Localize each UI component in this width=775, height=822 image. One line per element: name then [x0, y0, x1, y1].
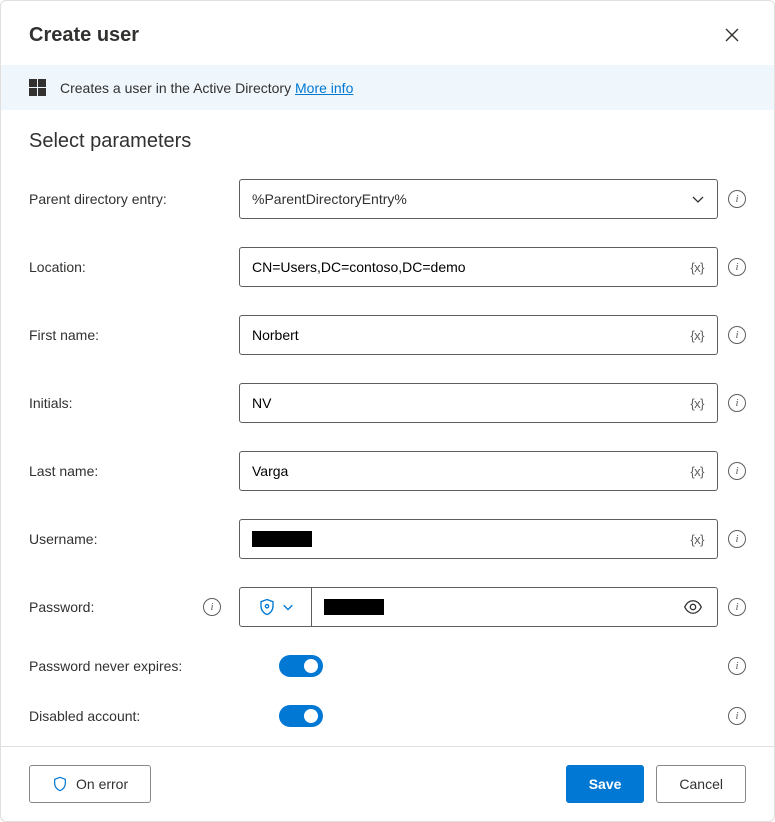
- variable-picker[interactable]: {x}: [687, 326, 707, 345]
- dialog-footer: On error Save Cancel: [1, 746, 774, 821]
- row-disabled-account: Disabled account: i: [29, 705, 746, 727]
- first-name-field[interactable]: {x}: [239, 315, 718, 355]
- shield-icon: [52, 776, 68, 792]
- cancel-button[interactable]: Cancel: [656, 765, 746, 803]
- label-initials: Initials:: [29, 395, 239, 411]
- on-error-label: On error: [76, 776, 128, 792]
- password-never-expires-toggle[interactable]: [279, 655, 323, 677]
- chevron-down-icon: [282, 601, 294, 613]
- info-icon[interactable]: i: [728, 462, 746, 480]
- initials-field[interactable]: {x}: [239, 383, 718, 423]
- label-password: Password: i: [29, 598, 239, 616]
- info-icon[interactable]: i: [728, 530, 746, 548]
- location-field[interactable]: {x}: [239, 247, 718, 287]
- dialog-title: Create user: [29, 24, 139, 47]
- info-icon[interactable]: i: [728, 598, 746, 616]
- chevron-down-icon: [691, 192, 705, 206]
- dialog-content: Select parameters Parent directory entry…: [1, 110, 774, 746]
- location-input[interactable]: [252, 259, 687, 275]
- variable-picker[interactable]: {x}: [687, 530, 707, 549]
- parent-directory-dropdown[interactable]: %ParentDirectoryEntry%: [239, 179, 718, 219]
- info-icon[interactable]: i: [728, 707, 746, 725]
- row-location: Location: {x} i: [29, 247, 746, 287]
- info-bar: Creates a user in the Active Directory M…: [1, 65, 774, 110]
- last-name-input[interactable]: [252, 463, 687, 479]
- on-error-button[interactable]: On error: [29, 765, 151, 803]
- info-icon[interactable]: i: [203, 598, 221, 616]
- password-input-wrap[interactable]: [312, 588, 717, 626]
- info-bar-text: Creates a user in the Active Directory M…: [60, 80, 353, 96]
- info-icon[interactable]: i: [728, 258, 746, 276]
- toggle-password-visibility[interactable]: [679, 593, 707, 621]
- row-last-name: Last name: {x} i: [29, 451, 746, 491]
- initials-input[interactable]: [252, 395, 687, 411]
- variable-picker[interactable]: {x}: [687, 258, 707, 277]
- row-parent-directory: Parent directory entry: %ParentDirectory…: [29, 179, 746, 219]
- close-icon: [724, 27, 740, 43]
- username-redacted: [252, 531, 312, 547]
- username-field[interactable]: {x}: [239, 519, 718, 559]
- create-user-dialog: Create user Creates a user in the Active…: [0, 0, 775, 822]
- eye-icon: [683, 597, 703, 617]
- first-name-input[interactable]: [252, 327, 687, 343]
- disabled-account-toggle[interactable]: [279, 705, 323, 727]
- label-parent-directory: Parent directory entry:: [29, 191, 239, 207]
- label-password-never-expires: Password never expires:: [29, 658, 279, 674]
- info-icon[interactable]: i: [728, 326, 746, 344]
- shield-icon: [258, 598, 276, 616]
- info-bar-message: Creates a user in the Active Directory: [60, 80, 295, 96]
- label-password-text: Password:: [29, 599, 94, 615]
- cancel-label: Cancel: [679, 776, 723, 792]
- close-button[interactable]: [718, 21, 746, 49]
- info-icon[interactable]: i: [728, 657, 746, 675]
- password-redacted: [324, 599, 384, 615]
- label-location: Location:: [29, 259, 239, 275]
- parent-directory-value: %ParentDirectoryEntry%: [252, 191, 691, 207]
- save-button[interactable]: Save: [566, 765, 645, 803]
- row-first-name: First name: {x} i: [29, 315, 746, 355]
- info-icon[interactable]: i: [728, 190, 746, 208]
- label-disabled-account: Disabled account:: [29, 708, 279, 724]
- variable-picker[interactable]: {x}: [687, 462, 707, 481]
- row-username: Username: {x} i: [29, 519, 746, 559]
- password-field: [239, 587, 718, 627]
- label-first-name: First name:: [29, 327, 239, 343]
- variable-picker[interactable]: {x}: [687, 394, 707, 413]
- password-mode-selector[interactable]: [240, 588, 312, 626]
- section-heading: Select parameters: [29, 130, 746, 153]
- dialog-header: Create user: [1, 1, 774, 65]
- label-username: Username:: [29, 531, 239, 547]
- windows-icon: [29, 79, 46, 96]
- save-label: Save: [589, 776, 622, 792]
- more-info-link[interactable]: More info: [295, 80, 353, 96]
- info-icon[interactable]: i: [728, 394, 746, 412]
- label-last-name: Last name:: [29, 463, 239, 479]
- last-name-field[interactable]: {x}: [239, 451, 718, 491]
- row-password-never-expires: Password never expires: i: [29, 655, 746, 677]
- row-initials: Initials: {x} i: [29, 383, 746, 423]
- row-password: Password: i i: [29, 587, 746, 627]
